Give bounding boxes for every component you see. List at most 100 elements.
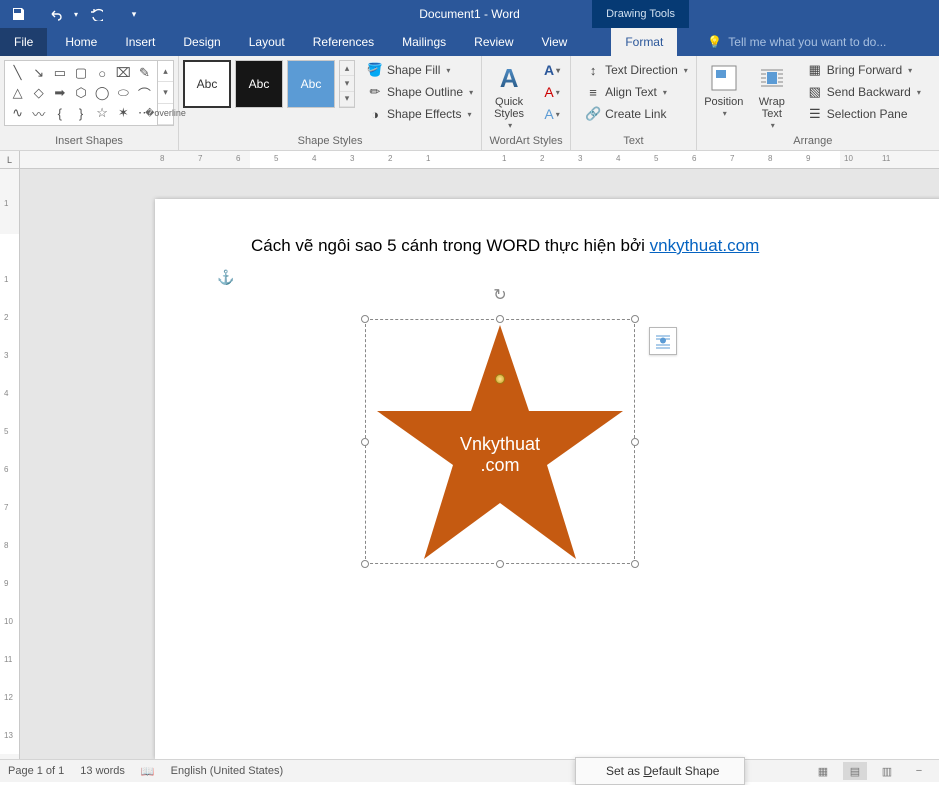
selection-pane-label: Selection Pane bbox=[827, 107, 908, 121]
ruler-horizontal[interactable]: 876543211234567891011 bbox=[20, 151, 939, 169]
shape-brace2[interactable]: } bbox=[70, 103, 91, 123]
effects-icon: ◑ bbox=[367, 106, 383, 122]
star-text-line2: .com bbox=[480, 455, 519, 475]
tab-mailings[interactable]: Mailings bbox=[388, 28, 460, 56]
tab-review[interactable]: Review bbox=[460, 28, 527, 56]
tab-home[interactable]: Home bbox=[51, 28, 111, 56]
undo-button[interactable] bbox=[44, 2, 68, 26]
document-text[interactable]: Cách vẽ ngôi sao 5 cánh trong WORD thực … bbox=[251, 236, 759, 256]
position-button[interactable]: Position▾ bbox=[701, 60, 747, 121]
tab-layout[interactable]: Layout bbox=[235, 28, 299, 56]
qat-customize[interactable]: ▾ bbox=[122, 2, 146, 26]
style-up[interactable]: ▴ bbox=[340, 61, 354, 76]
doc-link[interactable]: vnkythuat.com bbox=[650, 236, 760, 255]
shape-edit[interactable]: ✎ bbox=[134, 63, 155, 83]
redo-button[interactable] bbox=[84, 2, 108, 26]
resize-handle-br[interactable] bbox=[631, 560, 639, 568]
shape-line[interactable]: ╲ bbox=[7, 63, 28, 83]
style-preset-1[interactable]: Abc bbox=[183, 60, 231, 108]
shape-triangle[interactable]: △ bbox=[7, 83, 28, 103]
shape-rect[interactable]: ▭ bbox=[49, 63, 70, 83]
shape-effects-label: Shape Effects bbox=[387, 107, 462, 121]
layout-options-button[interactable] bbox=[649, 327, 677, 355]
shape-roundrect[interactable]: ▢ bbox=[70, 63, 91, 83]
group-label: Shape Styles bbox=[183, 133, 477, 150]
ruler-vertical[interactable]: 112345678910111213 bbox=[0, 169, 20, 759]
shape-oval[interactable]: ○ bbox=[92, 63, 113, 83]
tab-format[interactable]: Format bbox=[611, 28, 677, 56]
shape-selection[interactable]: ↻ Vnkythuat .com bbox=[365, 319, 635, 564]
shape-arrow[interactable]: ↘ bbox=[28, 63, 49, 83]
align-text-button[interactable]: ≡ Align Text▾ bbox=[581, 82, 692, 102]
text-effects-button[interactable]: A▾ bbox=[538, 104, 566, 124]
shape-arc[interactable]: ⌒ bbox=[134, 83, 155, 103]
selection-pane-button[interactable]: ☰ Selection Pane bbox=[803, 104, 925, 124]
bucket-icon: 🪣 bbox=[367, 62, 383, 78]
status-page[interactable]: Page 1 of 1 bbox=[8, 765, 64, 777]
view-read-mode[interactable]: ▦ bbox=[811, 762, 835, 780]
quick-styles-button[interactable]: A Quick Styles▾ bbox=[486, 60, 532, 133]
position-icon bbox=[708, 62, 740, 94]
send-backward-button[interactable]: ▧ Send Backward▾ bbox=[803, 82, 925, 102]
tab-view[interactable]: View bbox=[528, 28, 582, 56]
resize-handle-bl[interactable] bbox=[361, 560, 369, 568]
undo-dropdown[interactable]: ▾ bbox=[70, 2, 82, 26]
status-bar: Page 1 of 1 13 words 📖 English (United S… bbox=[0, 759, 939, 782]
rotate-handle[interactable]: ↻ bbox=[493, 285, 506, 305]
tab-file[interactable]: File bbox=[0, 28, 47, 56]
status-language[interactable]: English (United States) bbox=[171, 765, 284, 777]
status-words[interactable]: 13 words bbox=[80, 765, 125, 777]
gallery-down[interactable]: ▾ bbox=[158, 82, 173, 103]
shapes-gallery[interactable]: ╲ ↘ ▭ ▢ ○ ⌧ ✎ △ ◇ ➡ ⬡ ◯ ⬭ ⌒ ∿ 〰 { bbox=[4, 60, 174, 126]
ctx-set-default-shape[interactable]: Set as Default Shape bbox=[576, 761, 744, 781]
resize-handle-bm[interactable] bbox=[496, 560, 504, 568]
star-text[interactable]: Vnkythuat .com bbox=[365, 434, 635, 476]
shape-ellipse2[interactable]: ◯ bbox=[92, 83, 113, 103]
text-outline-button[interactable]: A▾ bbox=[538, 82, 566, 102]
gallery-up[interactable]: ▴ bbox=[158, 61, 173, 82]
save-button[interactable] bbox=[6, 2, 30, 26]
shape-rightarrow[interactable]: ➡ bbox=[49, 83, 70, 103]
zoom-out[interactable]: − bbox=[907, 762, 931, 780]
resize-handle-tm[interactable] bbox=[496, 315, 504, 323]
tab-insert[interactable]: Insert bbox=[111, 28, 169, 56]
tab-design[interactable]: Design bbox=[169, 28, 234, 56]
contextual-tab-title: Drawing Tools bbox=[592, 0, 689, 28]
wrap-text-button[interactable]: Wrap Text▾ bbox=[749, 60, 795, 133]
create-link-button[interactable]: 🔗 Create Link bbox=[581, 104, 692, 124]
bring-forward-button[interactable]: ▦ Bring Forward▾ bbox=[803, 60, 925, 80]
style-down[interactable]: ▾ bbox=[340, 76, 354, 91]
text-fill-button[interactable]: A▾ bbox=[538, 60, 566, 80]
shape-diamond[interactable]: ◇ bbox=[28, 83, 49, 103]
tell-me-search[interactable]: 💡 Tell me what you want to do... bbox=[677, 28, 886, 56]
style-preset-2[interactable]: Abc bbox=[235, 60, 283, 108]
quick-access-toolbar: ▾ ▾ bbox=[0, 2, 146, 26]
shape-callout[interactable]: ⬭ bbox=[113, 83, 134, 103]
shape-effects-button[interactable]: ◑ Shape Effects▾ bbox=[363, 104, 477, 124]
shape-style-gallery[interactable]: Abc Abc Abc ▴ ▾ ▾ bbox=[183, 60, 355, 108]
tab-references[interactable]: References bbox=[299, 28, 388, 56]
gallery-expand[interactable]: �overline bbox=[158, 104, 173, 125]
text-direction-button[interactable]: ↕ Text Direction▾ bbox=[581, 60, 692, 80]
ribbon: ╲ ↘ ▭ ▢ ○ ⌧ ✎ △ ◇ ➡ ⬡ ◯ ⬭ ⌒ ∿ 〰 { bbox=[0, 56, 939, 151]
shape-freeform[interactable]: 〰 bbox=[28, 103, 49, 123]
shape-hexagon[interactable]: ⬡ bbox=[70, 83, 91, 103]
shape-outline-button[interactable]: ✏ Shape Outline▾ bbox=[363, 82, 477, 102]
view-print-layout[interactable]: ▤ bbox=[843, 762, 867, 780]
doc-text-prefix: Cách vẽ ngôi sao 5 cánh trong WORD thực … bbox=[251, 236, 650, 255]
shape-curve[interactable]: ∿ bbox=[7, 103, 28, 123]
status-proofing-icon[interactable]: 📖 bbox=[141, 765, 155, 778]
resize-handle-tl[interactable] bbox=[361, 315, 369, 323]
style-preset-3[interactable]: Abc bbox=[287, 60, 335, 108]
document-area[interactable]: Cách vẽ ngôi sao 5 cánh trong WORD thực … bbox=[20, 169, 939, 759]
shape-fill-button[interactable]: 🪣 Shape Fill▾ bbox=[363, 60, 477, 80]
shape-brace[interactable]: { bbox=[49, 103, 70, 123]
view-web-layout[interactable]: ▥ bbox=[875, 762, 899, 780]
resize-handle-tr[interactable] bbox=[631, 315, 639, 323]
shape-burst[interactable]: ✶ bbox=[113, 103, 134, 123]
shape-textbox[interactable]: ⌧ bbox=[113, 63, 134, 83]
adjust-handle[interactable] bbox=[495, 374, 505, 384]
style-expand[interactable]: ▾ bbox=[340, 92, 354, 107]
ruler-tab-selector[interactable]: L bbox=[0, 151, 20, 169]
shape-star[interactable]: ☆ bbox=[92, 103, 113, 123]
